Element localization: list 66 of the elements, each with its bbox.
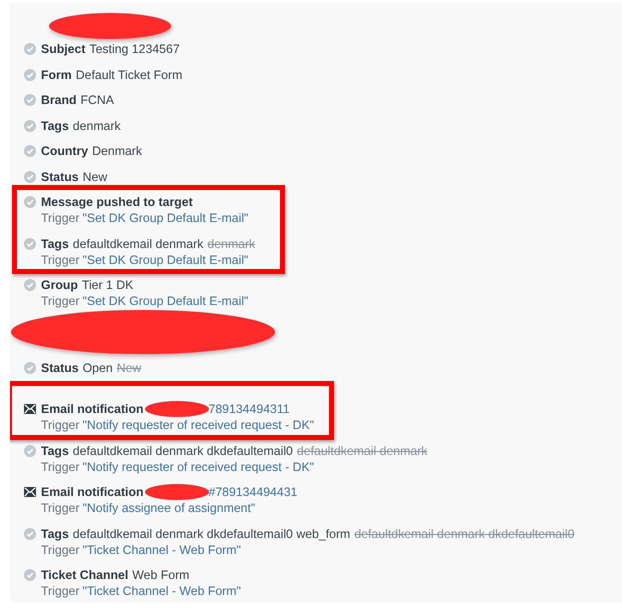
check-circle-icon (24, 170, 36, 182)
trigger-label: Trigger (41, 542, 80, 556)
check-circle-icon (24, 528, 36, 540)
check-circle-icon (24, 362, 36, 374)
field-value: New (82, 170, 108, 184)
check-circle-icon (24, 569, 36, 581)
field-label: Tags (41, 526, 69, 540)
field-label: Message pushed to target (41, 195, 193, 209)
check-circle-icon (24, 444, 36, 456)
field-label: Email notification (41, 485, 144, 499)
field-label: Country (41, 144, 88, 158)
check-circle-icon (24, 94, 36, 106)
field-value: Open (82, 360, 113, 374)
removed-value: New (116, 360, 142, 374)
field-label: Tags (41, 236, 69, 250)
redaction-mark (144, 400, 210, 418)
check-circle-icon (24, 279, 36, 291)
field-label: Brand (41, 93, 77, 107)
check-circle-icon (24, 145, 36, 157)
field-value: defaultdkemail denmark dkdefaultemail0 (72, 444, 293, 458)
check-circle-icon (24, 43, 36, 55)
trigger-label: Trigger (41, 418, 80, 432)
field-label: Group (41, 278, 78, 292)
trigger-label: Trigger (41, 460, 80, 474)
redaction-mark (144, 483, 210, 501)
field-value: Denmark (92, 144, 142, 158)
removed-value: defaultdkemail denmark (296, 444, 428, 458)
trigger-label: Trigger (41, 294, 80, 308)
trigger-link[interactable]: "Set DK Group Default E-mail" (82, 294, 248, 308)
trigger-link[interactable]: "Set DK Group Default E-mail" (82, 211, 248, 225)
trigger-link[interactable]: "Ticket Channel - Web Form" (82, 542, 241, 556)
trigger-link[interactable]: "Notify assignee of assignment" (82, 501, 256, 515)
trigger-link[interactable]: "Set DK Group Default E-mail" (82, 252, 248, 266)
removed-value: denmark (207, 236, 256, 250)
field-label: Tags (41, 444, 69, 458)
trigger-link[interactable]: "Notify requester of received request - DK" (82, 460, 314, 474)
removed-value: defaultdkemail denmark dkdefaultemail0 (354, 526, 574, 540)
field-value: defaultdkemail denmark dkdefaultemail0 web_form (72, 526, 350, 540)
field-label: Form (41, 68, 72, 82)
field-value: Web Form (132, 568, 190, 582)
trigger-link[interactable]: "Notify requester of received request - DK" (82, 418, 314, 432)
field-label: Subject (41, 42, 86, 56)
check-circle-icon (24, 120, 36, 132)
trigger-label: Trigger (41, 252, 80, 266)
field-value: defaultdkemail denmark (72, 236, 204, 250)
field-value: Tier 1 DK (82, 278, 134, 292)
envelope-icon (24, 487, 36, 497)
field-label: Ticket Channel (41, 568, 128, 582)
ticket-link[interactable]: 789134494311 (208, 402, 290, 416)
field-value: Testing 1234567 (89, 42, 180, 56)
ticket-link[interactable]: #789134494431 (208, 485, 298, 499)
field-value: Default Ticket Form (76, 68, 182, 82)
field-value: FCNA (80, 93, 114, 107)
trigger-label: Trigger (41, 211, 80, 225)
field-label: Tags (41, 118, 69, 132)
check-circle-icon (24, 196, 36, 208)
trigger-label: Trigger (41, 501, 80, 515)
trigger-label: Trigger (41, 584, 80, 598)
trigger-link[interactable]: "Ticket Channel - Web Form" (82, 584, 241, 598)
envelope-icon (24, 404, 36, 414)
check-circle-icon (24, 238, 36, 250)
check-circle-icon (24, 68, 36, 80)
field-label: Email notification (41, 402, 144, 416)
field-value: denmark (72, 118, 121, 132)
field-label: Status (41, 170, 79, 184)
field-label: Status (41, 360, 79, 374)
